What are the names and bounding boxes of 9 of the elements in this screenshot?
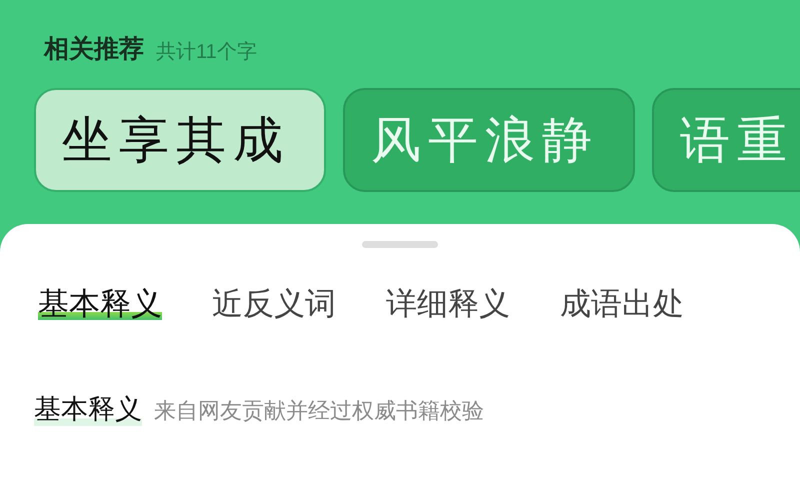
section-heading: 基本释义 — [34, 392, 142, 426]
tab[interactable]: 近反义词 — [212, 284, 336, 324]
idiom-card[interactable]: 坐享其成 — [34, 88, 326, 192]
drag-handle[interactable] — [362, 241, 438, 248]
source-note: 来自网友贡献并经过权威书籍校验 — [154, 397, 484, 425]
section-title: 相关推荐 — [44, 37, 144, 62]
tab[interactable]: 成语出处 — [560, 284, 684, 324]
character-count: 共计11个字 — [156, 42, 257, 62]
tab[interactable]: 详细释义 — [386, 284, 510, 324]
